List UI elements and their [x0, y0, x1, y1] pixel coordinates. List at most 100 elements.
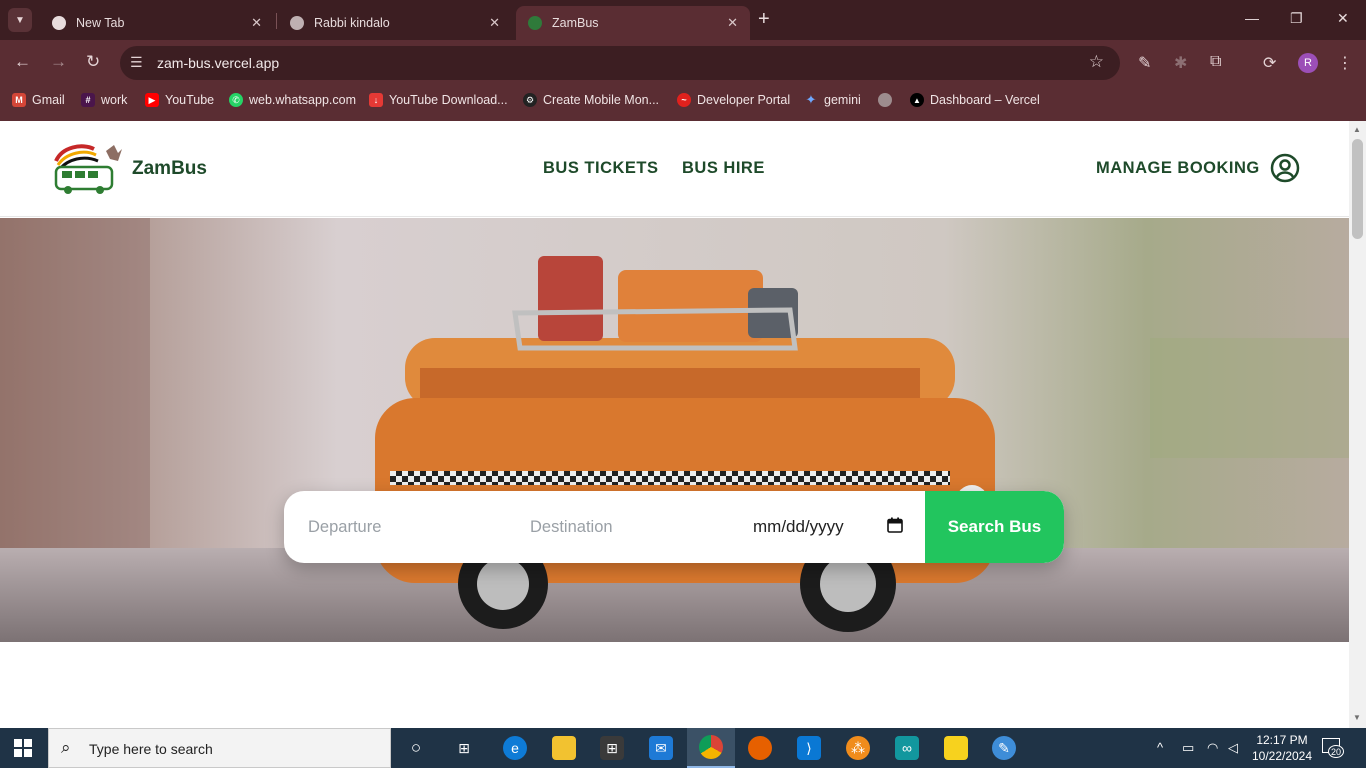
arduino-icon[interactable]: ∞: [895, 736, 919, 760]
taskbar-search-text: Type here to search: [89, 741, 213, 757]
bookmark-label: YouTube Download...: [389, 93, 508, 107]
bookmarks-bar: M Gmail # work ▶ YouTube ✆ web.whatsapp.…: [0, 86, 1366, 121]
bookmark-label: Developer Portal: [697, 93, 791, 107]
bookmark-youtube-download[interactable]: ↓ YouTube Download...: [369, 93, 508, 107]
gemini-icon: ✦: [805, 92, 817, 107]
close-window-icon[interactable]: ✕: [1337, 10, 1349, 27]
close-icon[interactable]: ✕: [727, 15, 738, 31]
windows-start-icon[interactable]: [14, 739, 32, 757]
extension-bug-icon[interactable]: ✱: [1174, 53, 1187, 73]
close-icon[interactable]: ✕: [489, 15, 500, 31]
firefox-icon[interactable]: [748, 736, 772, 760]
reload-icon[interactable]: ↻: [86, 52, 100, 72]
clock-date: 10/22/2024: [1251, 749, 1313, 763]
departure-input[interactable]: Departure: [308, 491, 498, 563]
cortana-icon[interactable]: ○: [404, 736, 428, 760]
bookmark-vercel[interactable]: ▲ Dashboard – Vercel: [910, 93, 1040, 107]
windows-taskbar: ⌕ Type here to search ○ ⊞ e ⊞ ✉ ⟩ ⁂ ∞ ✎ …: [0, 728, 1366, 768]
minimize-icon[interactable]: —: [1245, 10, 1259, 26]
chrome-taskbar-icon[interactable]: [687, 728, 735, 768]
address-bar[interactable]: ☰ zam-bus.vercel.app ☆: [120, 46, 1120, 80]
site-header: ZamBus BUS TICKETS BUS HIRE MANAGE BOOKI…: [0, 121, 1349, 217]
whatsapp-icon: ✆: [229, 93, 243, 107]
app-orange-icon[interactable]: ⁂: [846, 736, 870, 760]
file-explorer-icon[interactable]: [552, 736, 576, 760]
bookmark-developer-portal[interactable]: ~ Developer Portal: [677, 93, 790, 107]
volume-icon[interactable]: ◁: [1228, 740, 1238, 756]
site-info-icon[interactable]: ☰: [130, 54, 143, 71]
bookmark-work[interactable]: # work: [81, 93, 127, 107]
destination-input[interactable]: Destination: [530, 491, 720, 563]
page-scrollbar[interactable]: ▲ ▼: [1349, 121, 1366, 728]
brand-name[interactable]: ZamBus: [132, 158, 207, 180]
bookmark-youtube[interactable]: ▶ YouTube: [145, 93, 214, 107]
paint-icon[interactable]: ✎: [992, 736, 1016, 760]
scroll-up-icon[interactable]: ▲: [1353, 125, 1361, 134]
tab-zambus[interactable]: ZamBus ✕: [516, 6, 750, 40]
zambus-logo[interactable]: [52, 141, 124, 197]
nav-bus-hire[interactable]: BUS HIRE: [682, 159, 765, 178]
bookmark-gmail[interactable]: M Gmail: [12, 93, 65, 107]
scroll-down-icon[interactable]: ▼: [1353, 713, 1361, 722]
eyedropper-icon[interactable]: ✎: [1138, 53, 1151, 73]
tab-title: ZamBus: [552, 16, 599, 30]
wifi-icon[interactable]: ◠: [1207, 740, 1218, 756]
bookmark-label: gemini: [824, 93, 861, 107]
menu-dots-icon[interactable]: ⋮: [1337, 53, 1353, 73]
nav-bus-tickets[interactable]: BUS TICKETS: [543, 159, 659, 178]
bookmark-label: Gmail: [32, 93, 65, 107]
show-hidden-icons[interactable]: ^: [1157, 740, 1163, 755]
back-icon[interactable]: ←: [14, 52, 31, 72]
mail-icon[interactable]: ✉: [649, 736, 673, 760]
vercel-icon: ▲: [910, 93, 924, 107]
web-page: ZamBus BUS TICKETS BUS HIRE MANAGE BOOKI…: [0, 121, 1349, 728]
taskbar-search[interactable]: ⌕ Type here to search: [48, 728, 391, 768]
bookmark-whatsapp[interactable]: ✆ web.whatsapp.com: [229, 93, 356, 107]
calendar-icon[interactable]: [887, 517, 903, 533]
performance-icon[interactable]: ⟳: [1263, 53, 1276, 73]
battery-icon[interactable]: ▭: [1182, 740, 1194, 756]
user-account-icon[interactable]: [1270, 153, 1300, 183]
system-clock[interactable]: 12:17 PM 10/22/2024: [1250, 732, 1314, 764]
close-icon[interactable]: ✕: [251, 15, 262, 31]
tab-rabbi-kindalo[interactable]: Rabbi kindalo ✕: [278, 6, 512, 40]
bookmark-globe[interactable]: [878, 93, 898, 107]
globe-icon: [878, 93, 892, 107]
date-input[interactable]: mm/dd/yyyy: [728, 491, 925, 563]
developer-portal-icon: ~: [677, 93, 691, 107]
gmail-icon: M: [12, 93, 26, 107]
clock-time: 12:17 PM: [1256, 733, 1308, 747]
notification-icon[interactable]: 20: [1322, 738, 1344, 758]
search-bus-button[interactable]: Search Bus: [925, 491, 1064, 563]
profile-avatar[interactable]: R: [1298, 53, 1318, 73]
microsoft-store-icon[interactable]: ⊞: [600, 736, 624, 760]
task-view-icon[interactable]: ⊞: [452, 736, 476, 760]
globe-icon: [290, 16, 304, 30]
zambus-favicon: [528, 16, 542, 30]
vscode-icon[interactable]: ⟩: [797, 736, 821, 760]
tab-search-button[interactable]: ▼: [8, 8, 32, 32]
bookmark-gemini[interactable]: ✦ gemini: [804, 92, 861, 107]
openai-icon: ⚙: [523, 93, 537, 107]
hero-bus-image: [0, 218, 1349, 642]
browser-tab-strip: ▼ New Tab ✕ Rabbi kindalo ✕ ZamBus ✕ + —…: [0, 0, 1366, 40]
youtube-icon: ▶: [145, 93, 159, 107]
bookmark-star-icon[interactable]: ☆: [1089, 52, 1104, 72]
sticky-notes-icon[interactable]: [944, 736, 968, 760]
bookmark-label: web.whatsapp.com: [249, 93, 357, 107]
restore-icon[interactable]: ❐: [1290, 10, 1303, 27]
tab-title: New Tab: [76, 16, 125, 30]
chrome-icon: [52, 16, 66, 30]
extensions-icon[interactable]: ⧉: [1210, 53, 1221, 71]
bus-search-bar: Departure Destination mm/dd/yyyy Search …: [284, 491, 1064, 563]
nav-manage-booking[interactable]: MANAGE BOOKING: [1096, 159, 1260, 178]
bookmark-create-mobile[interactable]: ⚙ Create Mobile Mon...: [523, 93, 659, 107]
scroll-thumb[interactable]: [1352, 139, 1363, 239]
tab-new-tab[interactable]: New Tab ✕: [40, 6, 274, 40]
forward-icon[interactable]: →: [50, 52, 67, 72]
url-text: zam-bus.vercel.app: [157, 55, 280, 71]
edge-icon[interactable]: e: [503, 736, 527, 760]
bookmark-label: Create Mobile Mon...: [543, 93, 660, 107]
new-tab-button[interactable]: +: [758, 9, 770, 29]
bookmark-label: YouTube: [165, 93, 215, 107]
